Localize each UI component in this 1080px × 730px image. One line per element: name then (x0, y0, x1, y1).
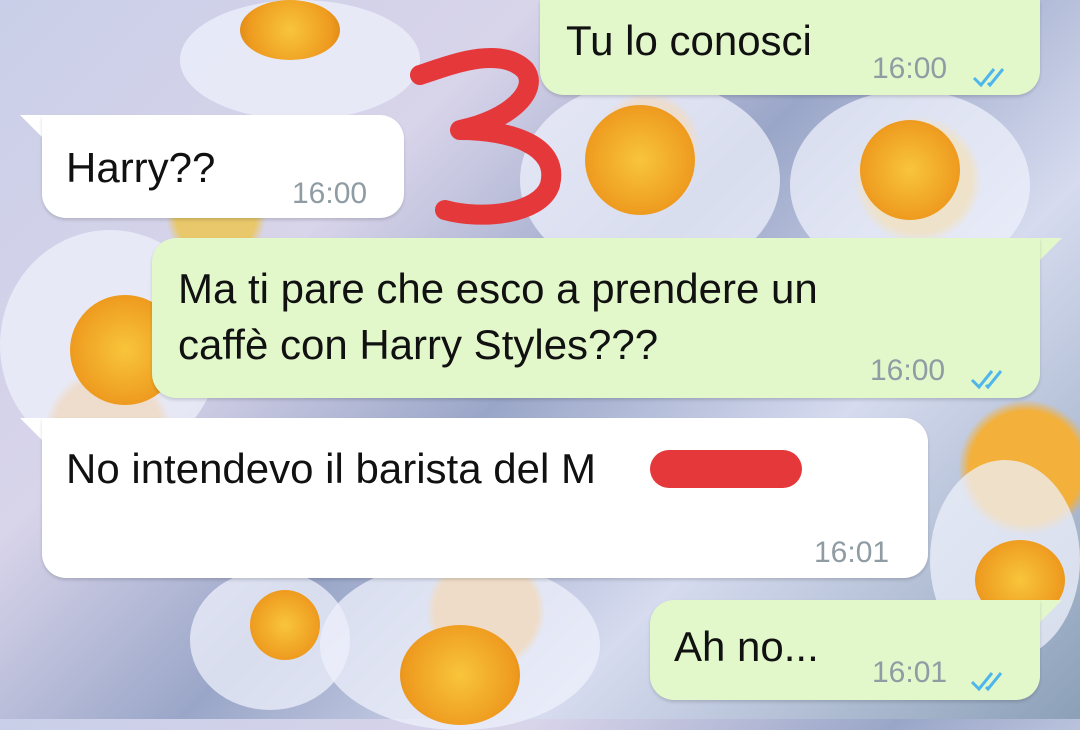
bubble-tail (1040, 238, 1062, 260)
message-timestamp: 16:00 (292, 177, 368, 210)
bubble-tail (20, 115, 42, 137)
message-text: No intendevo il barista del M (66, 445, 596, 492)
message-text: Tu lo conosci (566, 17, 812, 64)
message-timestamp: 16:00 (872, 52, 948, 85)
message-outgoing-1[interactable]: Tu lo conosci 16:00 (540, 0, 1040, 95)
message-text: Harry?? (66, 144, 216, 191)
double-check-icon (970, 652, 1012, 692)
message-text-line-1: Ma ti pare che esco a prendere un (178, 265, 818, 312)
message-text-line-2: caffè con Harry Styles??? (178, 321, 659, 368)
message-text: Ah no... (674, 623, 819, 670)
message-outgoing-2[interactable]: Ma ti pare che esco a prendere un caffè … (152, 238, 1040, 398)
message-incoming-2[interactable]: No intendevo il barista del M 16:01 (42, 418, 928, 578)
message-timestamp: 16:00 (870, 354, 946, 387)
redaction-mark (650, 450, 802, 488)
bubble-tail (20, 418, 42, 440)
message-timestamp: 16:01 (872, 656, 948, 689)
double-check-icon (972, 48, 1014, 88)
message-outgoing-3[interactable]: Ah no... 16:01 (650, 600, 1040, 700)
double-check-icon (970, 350, 1012, 390)
message-timestamp: 16:01 (814, 536, 890, 569)
message-incoming-1[interactable]: Harry?? 16:00 (42, 115, 404, 218)
bubble-tail (1040, 600, 1062, 622)
